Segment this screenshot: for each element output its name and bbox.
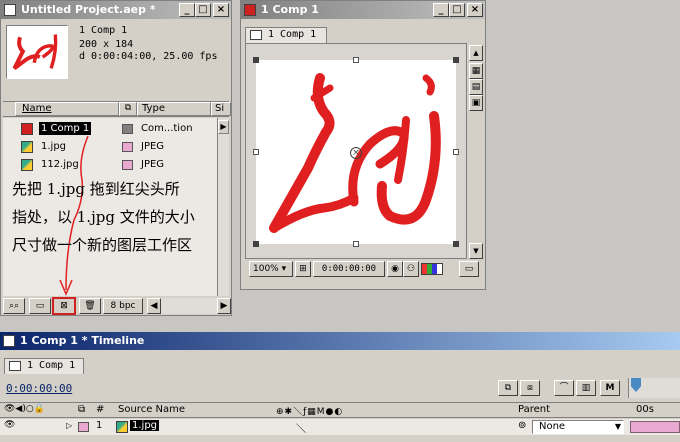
layer-duration-bar[interactable] [630,421,680,433]
comp-tab-icon [9,361,21,371]
transform-handle[interactable] [353,241,359,247]
annotation-line-3: 尺寸做一个新的图层工作区 [12,236,193,254]
tab-timeline[interactable]: 1 Comp 1 [4,358,84,374]
comp-timecode[interactable]: 0:00:00:00 [313,261,385,277]
comp-title: 1 Comp 1 [261,3,319,16]
transform-handle[interactable] [453,241,459,247]
transform-handle[interactable] [453,57,459,63]
parent-dropdown[interactable]: None ▼ [532,420,624,434]
comp-bottom-bar: 100% ▾ ⊞ 0:00:00:00 ◉ ⚇ ▭ [245,261,483,279]
channel-colors-icon[interactable] [421,263,443,275]
layer-num: 1 [96,420,103,431]
show-snapshot-icon[interactable]: ⚇ [403,261,419,277]
comp-window-icon [244,4,256,16]
close-button[interactable]: × [467,3,483,17]
annotation-line-1: 先把 1.jpg 拖到红尖头所 [12,180,180,198]
region-icon[interactable]: ▣ [469,95,483,111]
comp-tab-icon [250,30,262,40]
comp-mini-flowchart-icon[interactable]: ⧉ [498,380,518,396]
grid-icon[interactable]: ▦ [469,63,483,79]
transform-handle[interactable] [453,149,459,155]
comp-viewer[interactable]: × [245,43,467,259]
tab-comp[interactable]: 1 Comp 1 [245,27,327,43]
timeline-titlebar[interactable]: 1 Comp 1 * Timeline [0,332,680,350]
motion-blur-icon[interactable]: M [600,380,620,396]
col-num: # [96,404,105,415]
timeline-timecode[interactable]: 0:00:00:00 [6,382,72,395]
layer-name[interactable]: 1.jpg [130,420,160,431]
channel-icon[interactable]: ▤ [469,79,483,95]
col-parent[interactable]: Parent [518,404,550,415]
comp-side-toolbar: ▲ ▦ ▤ ▣ ▼ [469,43,483,259]
current-time-indicator-icon[interactable] [631,378,641,392]
footage-icon [116,421,128,433]
draft-3d-icon[interactable]: ⌒ [554,380,574,396]
pickwhip-icon[interactable]: ⊚ [518,420,526,431]
region-of-interest-icon[interactable]: ▭ [459,261,479,277]
timeline-title: 1 Comp 1 * Timeline [20,334,145,347]
safe-zones-icon[interactable]: ⊞ [295,261,311,277]
label-column-icon: ⧉ [78,404,86,415]
render-icon[interactable]: ⧈ [520,380,540,396]
timeline-header: 👁◀)○🔒 ⧉ # Source Name ⊕✱＼ƒ▦M●◐ Parent 00… [0,402,680,418]
zoom-dropdown[interactable]: 100% ▾ [249,261,293,277]
col-source[interactable]: Source Name [118,404,185,415]
twirl-arrow-icon[interactable]: ▷ [66,421,72,430]
ruler-start: 00s [636,404,654,415]
av-features-icon: 👁◀)○🔒 [4,404,45,414]
chevron-down-icon: ▼ [614,422,621,431]
comp-window: 1 Comp 1 _ □ × 1 Comp 1 × ▲ ▦ ▤ ▣ ▼ 100%… [240,0,486,290]
red-arrow-annotation [59,135,89,296]
comp-canvas: × [256,60,456,244]
comp-titlebar[interactable]: 1 Comp 1 _ □ × [241,1,485,19]
transform-handle[interactable] [253,57,259,63]
annotation-line-2: 指处，以 1.jpg 文件的大小 [12,208,195,226]
minimize-button[interactable]: _ [433,3,449,17]
timeline-window: 1 Comp 1 * Timeline 1 Comp 1 0:00:00:00 … [0,332,680,442]
scroll-up-button[interactable]: ▲ [469,45,483,61]
transform-handle[interactable] [253,149,259,155]
transform-handle[interactable] [353,57,359,63]
frame-blend-icon[interactable]: ▥ [576,380,596,396]
eye-icon[interactable]: 👁 [4,420,15,430]
maximize-button[interactable]: □ [449,3,465,17]
anchor-point-icon[interactable]: × [350,147,362,159]
layer-label-swatch[interactable] [78,422,89,432]
time-ruler[interactable] [628,378,680,398]
table-row[interactable]: 👁 ▷ 1 1.jpg ＼ ⊚ None ▼ [0,419,680,435]
transform-handle[interactable] [253,241,259,247]
scroll-down-button[interactable]: ▼ [469,243,483,259]
switches-icon: ⊕✱＼ƒ▦M●◐ [276,407,344,417]
timeline-window-icon [3,335,15,347]
snapshot-icon[interactable]: ◉ [387,261,403,277]
quality-switch-icon[interactable]: ＼ [296,420,306,435]
